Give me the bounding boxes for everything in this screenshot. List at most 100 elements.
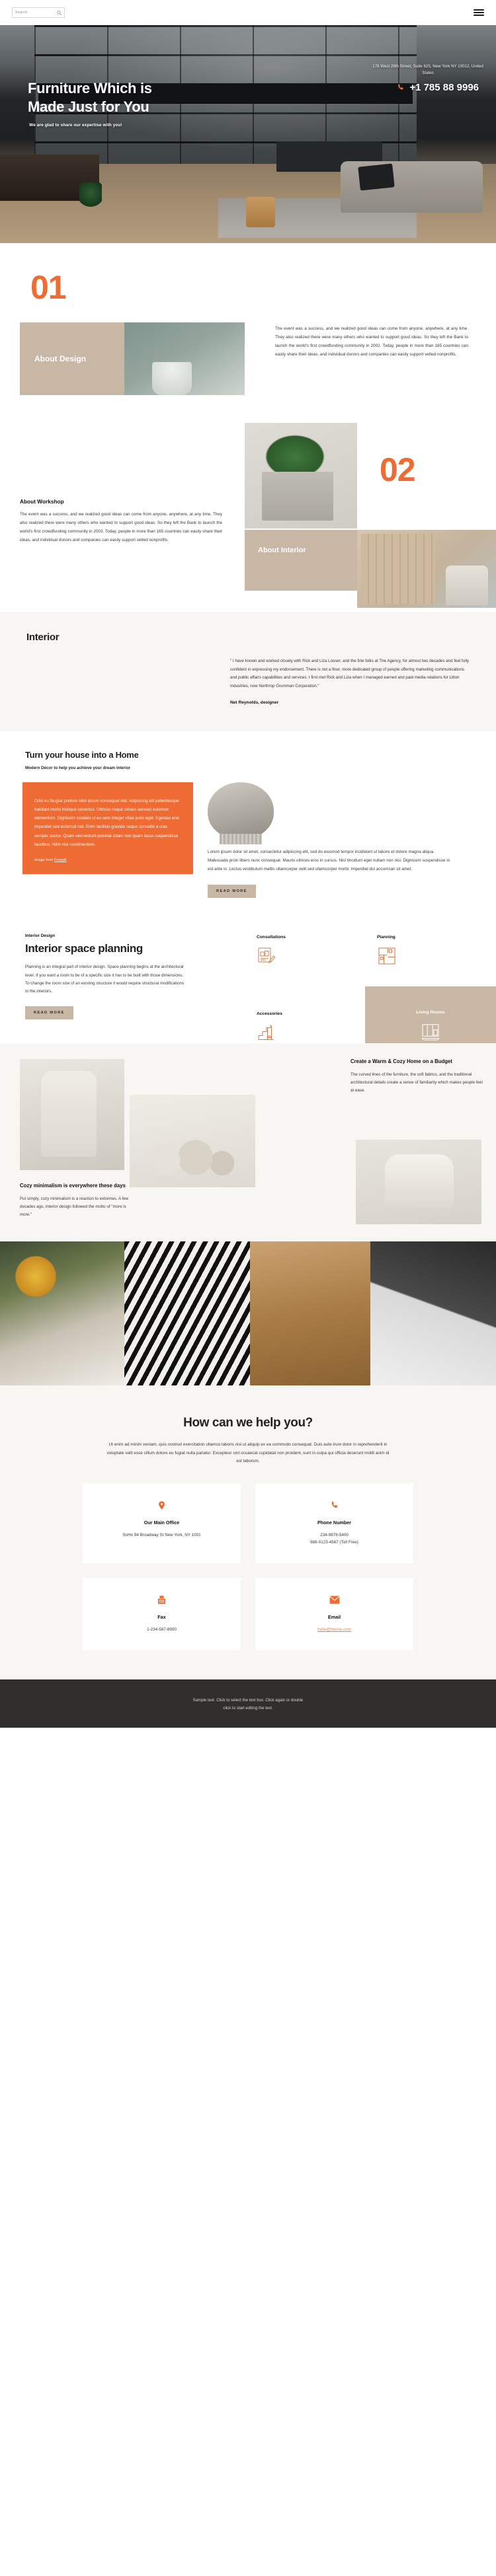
contact-card-phone[interactable]: Phone Number 234-9876-5400 888-0123-4567… <box>255 1483 413 1564</box>
gallery-photo-coat <box>20 1058 124 1170</box>
turn-chair-photo <box>208 782 274 844</box>
about-workshop-heading: About Workshop <box>20 498 64 505</box>
design-photo-green <box>120 322 245 395</box>
hero-phone[interactable]: +1 785 88 9996 <box>396 82 479 93</box>
service-card-planning[interactable]: Planning <box>377 935 456 966</box>
help-body: Ut enim ad minim veniam, quis nostrud ex… <box>106 1442 390 1464</box>
contact-card-fax[interactable]: Fax 1-234-567-8900 <box>83 1578 241 1651</box>
footer-line1: Sample text. Click to select the text bo… <box>192 1698 304 1703</box>
service-label: Accessories <box>257 1011 282 1016</box>
gallery-photo-vases <box>130 1094 255 1187</box>
image-credit-prefix: Image from <box>34 858 54 863</box>
service-card-accessories[interactable]: Accessories <box>257 1012 336 1043</box>
fax-icon <box>92 1592 231 1607</box>
footer: Sample text. Click to select the text bo… <box>0 1679 496 1728</box>
section-space-planning: Interior Design Interior space planning … <box>0 920 496 1076</box>
section-about-design: 01 About Design The event was a success,… <box>0 243 496 414</box>
warm-cozy-block: Create a Warm & Cozy Home on a Budget Th… <box>351 1058 483 1095</box>
planning-eyebrow: Interior Design <box>25 933 56 938</box>
service-label: Planning <box>377 934 395 939</box>
warm-cozy-heading: Create a Warm & Cozy Home on a Budget <box>351 1058 452 1064</box>
turn-subtitle: Modern Décor to help you achieve your dr… <box>25 765 131 770</box>
turn-right-body: Lorem ipsum dolor sit amet, consectetur … <box>208 849 450 871</box>
footer-line2: click to start editing the text. <box>223 1705 273 1711</box>
turn-heading: Turn your house into a Home <box>25 749 139 760</box>
contact-card-title: Phone Number <box>317 1520 352 1526</box>
phone-icon <box>396 83 405 92</box>
planning-services: Consultations Planning Accessories Livin… <box>247 934 496 1076</box>
section-gallery: Create a Warm & Cozy Home on a Budget Th… <box>0 1043 496 1241</box>
hero-subtitle: We are glad to share our expertise with … <box>29 123 122 128</box>
contact-card-line1: SoHo 94 Broadway St New York, NY 1001 <box>122 1533 201 1538</box>
turn-orange-card: Odio eu feugiat pretium nibh ipsum conse… <box>22 782 193 875</box>
strip-photo-zebra <box>124 1241 250 1385</box>
testimonial-quote: " I have known and worked closely with R… <box>230 659 470 689</box>
about-design-body: The event was a success, and we realized… <box>275 326 468 357</box>
photo-strip <box>0 1241 496 1385</box>
interior-heading: Interior <box>26 632 60 643</box>
strip-photo-wood <box>250 1241 370 1385</box>
section-02-number: 02 <box>380 451 416 488</box>
planning-text-block: Interior Design Interior space planning … <box>0 934 247 1019</box>
help-heading: How can we help you? <box>183 1415 313 1430</box>
living-room-icon <box>365 1021 496 1043</box>
about-design-images: About Design <box>20 322 263 395</box>
section-about-interior: About Workshop The event was a success, … <box>0 414 496 612</box>
location-pin-icon <box>92 1498 231 1512</box>
consultation-sketch-icon <box>257 946 336 966</box>
about-design-overlay-title: About Design <box>34 354 86 364</box>
about-workshop-block: About Workshop The event was a success, … <box>0 420 239 545</box>
gallery-photo-chair <box>356 1139 481 1224</box>
image-credit-link[interactable]: Freepik <box>54 858 67 862</box>
contact-card-line2: 888-0123-4567 (Toll Free) <box>310 1540 358 1545</box>
hero-address: 178 West 28th Street, Suite 625, New Yor… <box>372 64 483 75</box>
hamburger-menu-icon[interactable] <box>474 9 484 16</box>
turn-right-column: Lorem ipsum dolor sit amet, consectetur … <box>208 782 455 898</box>
section-01-number: 01 <box>30 269 67 306</box>
warm-cozy-body: The curved lines of the furniture, the s… <box>351 1072 483 1093</box>
hero-title-line1: Furniture Which is <box>28 80 152 96</box>
envelope-icon <box>265 1592 404 1607</box>
contact-card-title: Fax <box>157 1614 166 1621</box>
turn-read-more-button[interactable]: READ MORE <box>208 884 256 898</box>
contact-card-email[interactable]: Email hello@theme.com <box>255 1578 413 1651</box>
service-label: Consultations <box>257 934 286 939</box>
section-help: How can we help you? Ut enim ad minim ve… <box>0 1385 496 1680</box>
hero-phone-number: +1 785 88 9996 <box>409 82 479 93</box>
planning-read-more-button[interactable]: READ MORE <box>25 1006 73 1019</box>
cozy-minimalism-block: Cozy minimalism is everywhere these days… <box>20 1182 136 1219</box>
footer-text: Sample text. Click to select the text bo… <box>0 1697 496 1712</box>
strip-photo-window <box>370 1241 496 1385</box>
search-placeholder: Search <box>15 11 28 15</box>
interior-photo-door <box>357 530 496 608</box>
contact-card-office[interactable]: Our Main Office SoHo 94 Broadway St New … <box>83 1483 241 1564</box>
service-label: Living Rooms <box>416 1010 445 1015</box>
strip-photo-flowers <box>0 1241 124 1385</box>
about-interior-overlay-title: About Interior <box>258 546 306 555</box>
contact-card-value: SoHo 94 Broadway St New York, NY 1001 <box>92 1531 231 1539</box>
contact-card-title: Our Main Office <box>144 1520 180 1526</box>
floorplan-icon <box>377 946 456 966</box>
contact-card-value: 234-9876-5400 888-0123-4567 (Toll Free) <box>265 1531 404 1546</box>
about-workshop-body: The event was a success, and we realized… <box>20 512 222 542</box>
page-root: Search Furniture Which is Made Just for … <box>0 0 496 1728</box>
testimonial-author: Net Reynolds, designer <box>230 700 279 705</box>
contact-card-value: hello@theme.com <box>265 1626 404 1633</box>
contact-card-title: Email <box>327 1614 341 1621</box>
image-credit: Image from Freepik <box>34 858 181 862</box>
section-interior-testimonial: Interior " I have known and worked close… <box>0 612 496 731</box>
about-interior-overlay-text: About Interior <box>258 546 306 554</box>
contact-card-value: 1-234-567-8900 <box>92 1626 231 1633</box>
email-link[interactable]: hello@theme.com <box>317 1627 351 1632</box>
cozy-minimalism-heading: Cozy minimalism is everywhere these days <box>20 1182 126 1189</box>
search-input[interactable]: Search <box>12 7 65 18</box>
contact-card-line1: 234-9876-5400 <box>320 1533 349 1538</box>
testimonial: " I have known and worked closely with R… <box>230 657 470 705</box>
interior-tan-panel: About Interior <box>245 530 357 591</box>
search-icon[interactable] <box>57 10 62 15</box>
planning-heading: Interior space planning <box>25 941 143 955</box>
section-turn-house: Turn your house into a Home Modern Décor… <box>0 731 496 920</box>
contact-cards: Our Main Office SoHo 94 Broadway St New … <box>83 1483 413 1651</box>
service-card-consultations[interactable]: Consultations <box>257 935 336 966</box>
interior-photo-plantshelf <box>245 423 357 529</box>
